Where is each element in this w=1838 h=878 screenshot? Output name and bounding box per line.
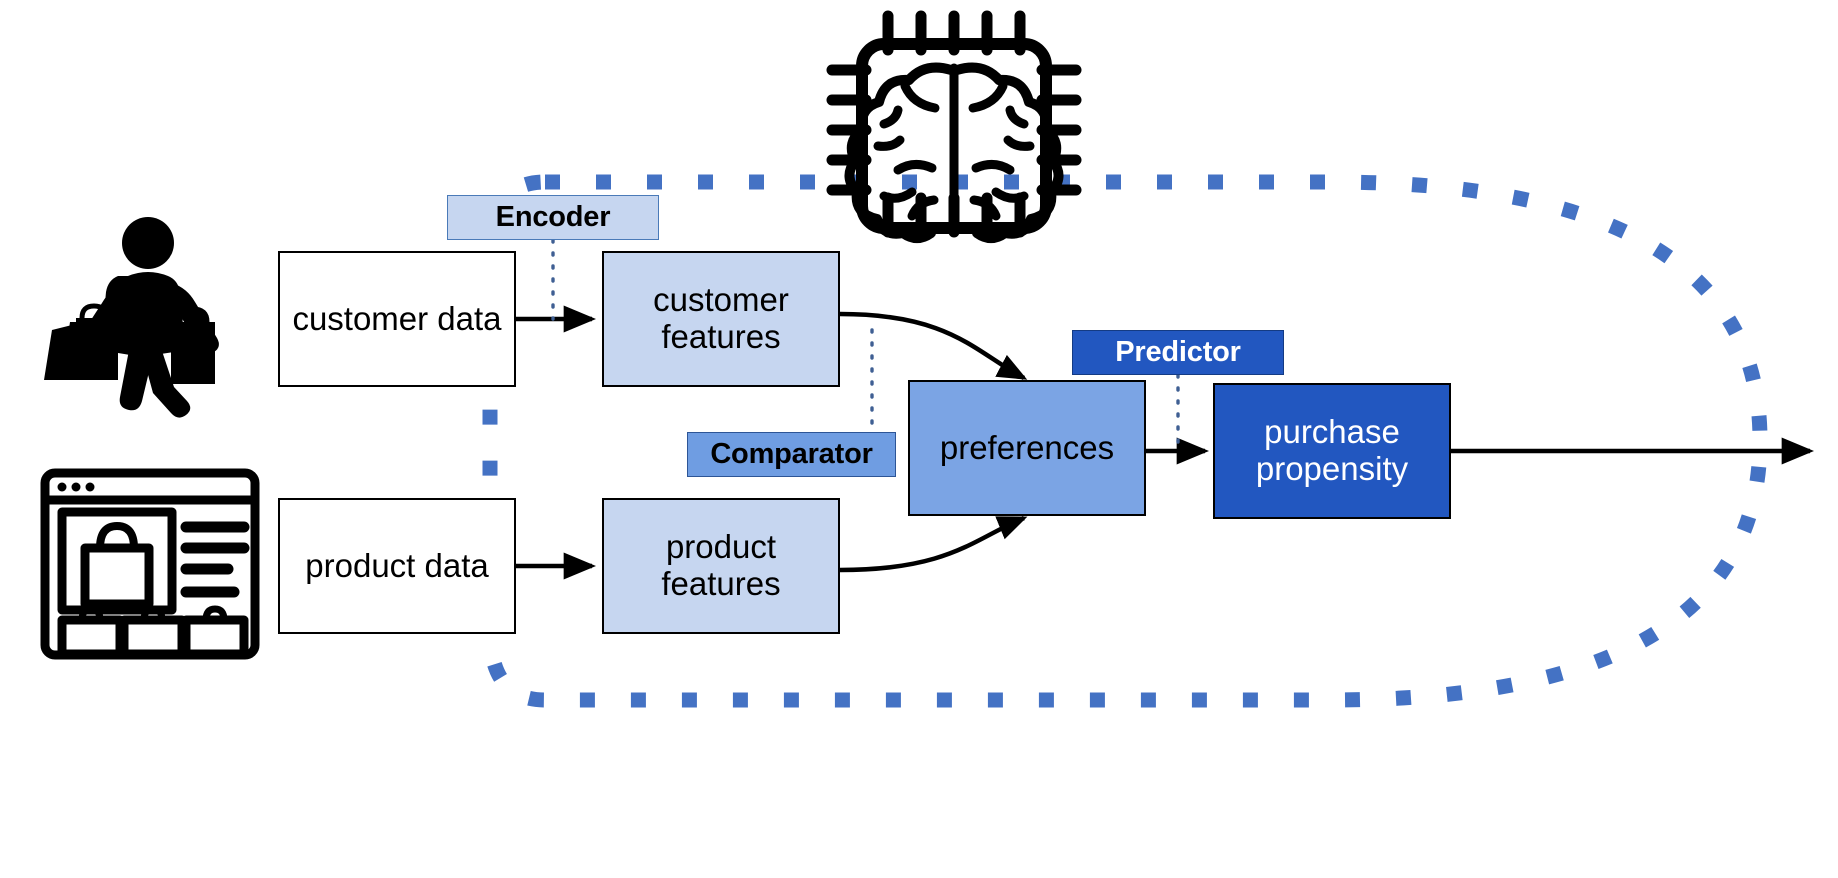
node-product-features-label: product features [661,528,781,602]
node-purchase-propensity-label: purchase propensity [1255,413,1409,487]
node-customer-features[interactable]: customer features [602,251,840,387]
tag-comparator-label: Comparator [710,438,873,470]
brain-chip-icon [826,10,1082,243]
shopper-with-bags-icon [44,217,219,418]
node-customer-data[interactable]: customer data [278,251,516,387]
node-product-data[interactable]: product data [278,498,516,634]
diagram-canvas: customer data product data customer feat… [0,0,1838,878]
node-customer-features-label: customer features [653,281,789,355]
node-product-features[interactable]: product features [602,498,840,634]
node-preferences-label: preferences [939,428,1115,466]
tag-predictor[interactable]: Predictor [1072,330,1284,375]
arrow-customer-features-to-preferences [839,311,1028,380]
tag-encoder-label: Encoder [495,201,611,233]
node-customer-data-label: customer data [292,299,502,337]
node-purchase-propensity[interactable]: purchase propensity [1213,383,1451,519]
ecommerce-website-icon [40,468,260,660]
tag-predictor-label: Predictor [1115,336,1241,368]
tag-comparator[interactable]: Comparator [687,432,896,477]
ecommerce-website-content [57,507,250,659]
ecommerce-website-dots [57,482,95,492]
node-product-data-label: product data [305,546,489,584]
node-preferences[interactable]: preferences [908,380,1146,516]
arrow-product-features-to-preferences [839,515,1028,573]
tag-encoder[interactable]: Encoder [447,195,659,240]
